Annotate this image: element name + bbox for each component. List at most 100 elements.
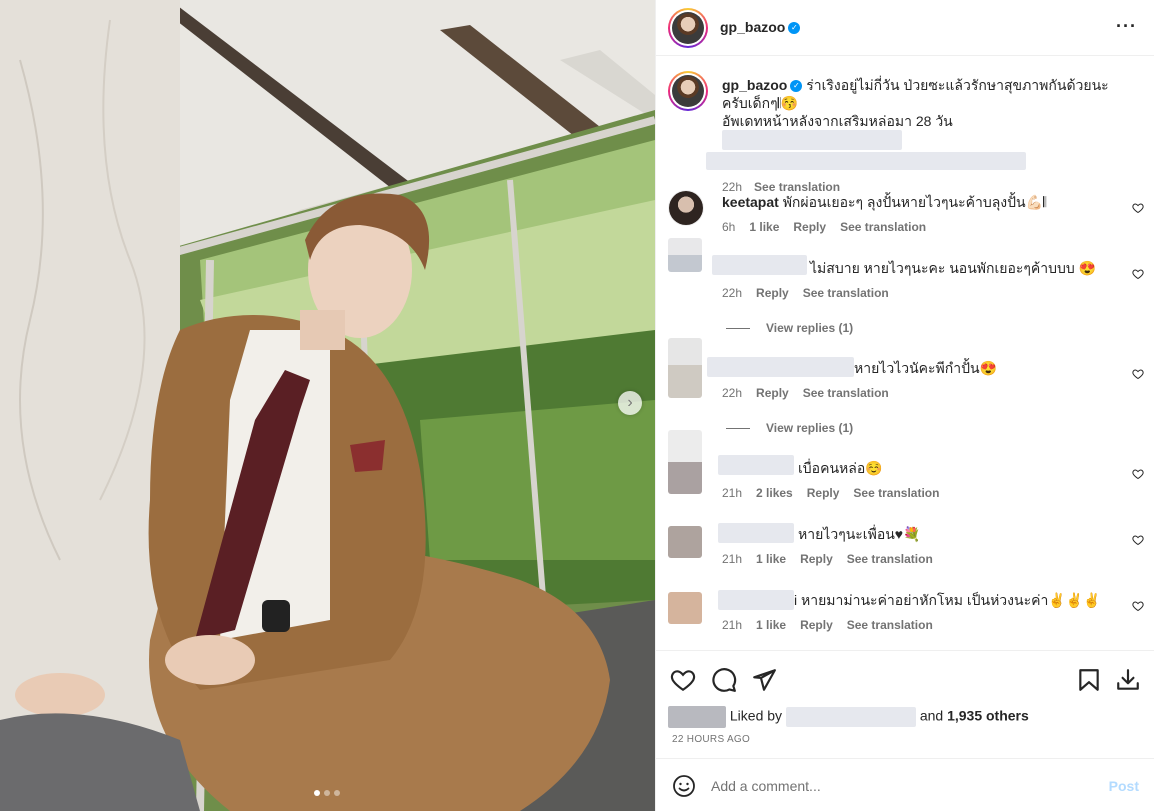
view-replies-button[interactable]: View replies (1) [726,421,853,435]
caption-time: 22h [722,179,743,194]
next-photo-arrow-icon[interactable]: › [618,391,642,415]
see-translation-button[interactable]: See translation [847,552,933,566]
commenter-avatar[interactable] [668,526,702,558]
carousel-dot [334,790,340,796]
comment-time: 21h [722,618,743,632]
like-comment-heart-icon[interactable] [1132,468,1144,480]
comment-body: หายไวๆนะเพื่อน♥💐 [798,525,921,543]
post-detail-panel: gp_bazoo ✓ ··· gp_bazoo ✓ ร่าเริงอยู่ไม่กี… [655,0,1154,811]
comment-meta: 21h 2 likes Reply See translation [722,486,953,500]
verified-badge-icon: ✓ [790,80,803,93]
comment-body: หายไวไวนัคะพีกำปั้น😍 [854,359,997,377]
comment-text: หายไวไวนัคะพีกำปั้น😍 [854,360,998,376]
comment-meta: 21h 1 like Reply See translation [722,552,947,566]
post-photo-illustration [0,0,655,811]
download-icon[interactable] [1115,667,1141,693]
comment-time: 6h [722,220,736,234]
like-comment-heart-icon[interactable] [1132,368,1144,380]
reply-button[interactable]: Reply [756,386,789,400]
caption-avatar-image [672,75,704,107]
verified-badge-icon: ✓ [788,21,801,34]
and-label: and [919,707,944,724]
author-avatar-image [672,12,704,44]
see-translation-button[interactable]: See translation [803,286,889,300]
see-translation-button[interactable]: See translation [840,220,926,234]
comment-meta: 21h 1 like Reply See translation [722,618,947,632]
redacted-username [718,455,794,475]
comment-body: keetapat พักผ่อนเยอะๆ ลุงปั้นหายไวๆนะค้า… [722,193,1046,211]
others-count[interactable]: 1,935 others [947,708,1029,724]
action-bar [656,650,1154,708]
emoji-icon[interactable] [672,774,696,798]
comment-input[interactable] [711,775,1091,797]
caption-text-line2: อัพเดทหน้าหลังจากเสริมหล่อมา 28 วัน [722,113,953,129]
comment-likes[interactable]: 1 like [749,220,779,234]
share-paper-plane-icon[interactable] [751,667,777,693]
comment-meta: 22h Reply See translation [722,286,903,300]
commenter-avatar[interactable] [668,238,702,272]
save-bookmark-icon[interactable] [1076,667,1102,693]
commenter-avatar[interactable] [668,592,702,624]
add-comment-bar: Post [656,758,1154,811]
redacted-username [712,255,807,275]
comment-bubble-icon[interactable] [711,667,737,693]
caption-username[interactable]: gp_bazoo [722,77,787,93]
comment-meta: 22h Reply See translation [722,386,903,400]
comment-meta: 6h 1 like Reply See translation [722,220,940,234]
more-options-icon[interactable]: ··· [1116,16,1137,37]
post-time-ago: 22 HOURS AGO [672,734,751,745]
like-comment-heart-icon[interactable] [1132,268,1144,280]
comment-time: 22h [722,286,743,300]
author-avatar[interactable] [668,8,708,48]
reply-button[interactable]: Reply [793,220,826,234]
post-header: gp_bazoo ✓ ··· [656,0,1154,56]
caption-avatar[interactable] [668,71,708,111]
see-translation-button[interactable]: See translation [803,386,889,400]
commenter-avatar[interactable] [668,338,702,398]
comment-likes[interactable]: 1 like [756,618,786,632]
redacted-username [718,590,794,610]
reply-button[interactable]: Reply [800,552,833,566]
comment-text: เบื่อคนหล่อ☺️ [798,460,883,476]
comment-time: 21h [722,552,743,566]
comment-text: i หายมาม่านะค่าอย่าหักโหม เป็นห่วงนะค่า✌… [794,592,1101,608]
redacted-text [706,151,1026,170]
like-heart-icon[interactable] [670,667,696,693]
likes-summary: Liked by and 1,935 others [668,706,1029,728]
liked-by-label: Liked by [729,707,783,724]
caption-see-translation[interactable]: See translation [754,180,840,194]
carousel-dot [324,790,330,796]
see-translation-button[interactable]: See translation [853,486,939,500]
comment-likes[interactable]: 1 like [756,552,786,566]
post-photo[interactable]: › [0,0,655,811]
redacted-username [707,357,854,377]
redacted-text [722,130,902,151]
commenter-avatar[interactable] [668,190,704,226]
redacted-username [718,523,794,543]
comment-body: ไม่สบาย หายไวๆนะคะ นอนพักเยอะๆค้าบบบ 😍 [810,259,1096,277]
view-replies-button[interactable]: View replies (1) [726,321,853,335]
like-comment-heart-icon[interactable] [1132,534,1144,546]
comment-time: 21h [722,486,743,500]
liker-avatar[interactable] [668,706,726,728]
comment-time: 22h [722,386,743,400]
like-comment-heart-icon[interactable] [1132,202,1144,214]
redacted-liker[interactable] [785,707,916,727]
comment-text: พักผ่อนเยอะๆ ลุงปั้นหายไวๆนะค้าบลุงปั้น💪… [782,194,1047,210]
author-username[interactable]: gp_bazoo [720,19,785,35]
comment-likes[interactable]: 2 likes [756,486,793,500]
reply-button[interactable]: Reply [800,618,833,632]
commenter-avatar[interactable] [668,430,702,494]
like-comment-heart-icon[interactable] [1132,600,1144,612]
carousel-dots [314,790,340,796]
reply-button[interactable]: Reply [807,486,840,500]
carousel-dot-active [314,790,320,796]
reply-button[interactable]: Reply [756,286,789,300]
comment-text: ไม่สบาย หายไวๆนะคะ นอนพักเยอะๆค้าบบบ 😍 [810,260,1097,276]
see-translation-button[interactable]: See translation [847,618,933,632]
author-name-row: gp_bazoo ✓ [720,19,801,37]
post-comment-button[interactable]: Post [1109,778,1139,794]
comment-text: หายไวๆนะเพื่อน♥💐 [798,526,921,542]
commenter-username[interactable]: keetapat [722,194,779,210]
comment-body: เบื่อคนหล่อ☺️ [798,459,883,477]
